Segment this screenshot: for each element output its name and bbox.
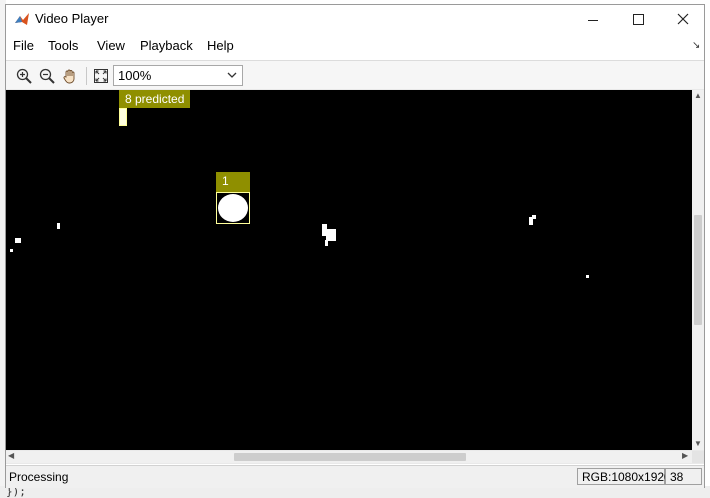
scroll-up-icon[interactable]: ▲ <box>694 91 702 100</box>
zoom-out-button[interactable] <box>37 66 57 86</box>
dock-arrow-icon[interactable]: ↘ <box>692 40 700 51</box>
fit-to-window-button[interactable] <box>91 66 111 86</box>
foreground-blob <box>586 275 589 278</box>
maximize-button[interactable] <box>615 5 661 33</box>
vertical-scroll-thumb[interactable] <box>694 215 702 325</box>
zoom-in-button[interactable] <box>14 66 34 86</box>
video-player-window: Video Player File Tools View Playback He… <box>5 4 705 488</box>
foreground-blob <box>57 223 60 229</box>
minimize-icon <box>588 19 598 21</box>
zoom-value: 100% <box>118 68 152 83</box>
menu-file[interactable]: File <box>13 38 34 53</box>
toolbar-separator <box>86 67 87 85</box>
tracked-object-blob <box>218 194 248 222</box>
scrollbar-corner <box>692 451 704 463</box>
pan-hand-icon <box>63 69 75 84</box>
toolbar: 100% <box>6 60 704 92</box>
foreground-blob <box>15 238 21 243</box>
close-icon <box>677 13 689 25</box>
status-bar: Processing RGB:1080x1920 38 <box>6 465 704 488</box>
fit-to-window-icon <box>94 69 108 83</box>
predicted-track-box <box>119 108 127 126</box>
menu-tools[interactable]: Tools <box>48 38 78 53</box>
image-info: RGB:1080x1920 <box>577 468 671 485</box>
foreground-blob <box>10 249 13 252</box>
horizontal-scroll-thumb[interactable] <box>234 453 466 461</box>
close-button[interactable] <box>660 5 706 33</box>
horizontal-scrollbar[interactable]: ◀ ▶ <box>6 451 692 463</box>
foreground-blob <box>325 240 328 246</box>
window-title: Video Player <box>35 11 109 26</box>
predicted-track-label: 8 predicted <box>119 90 191 108</box>
foreground-blob <box>532 215 536 219</box>
zoom-out-icon <box>39 68 55 84</box>
menu-bar: File Tools View Playback Help ↘ <box>6 35 704 57</box>
minimize-button[interactable] <box>570 5 616 33</box>
vertical-scrollbar[interactable]: ▲ ▼ <box>692 90 704 450</box>
scroll-right-icon[interactable]: ▶ <box>682 451 688 460</box>
menu-playback[interactable]: Playback <box>140 38 193 53</box>
detected-track-box <box>216 192 250 224</box>
scroll-down-icon[interactable]: ▼ <box>694 439 702 448</box>
menu-view[interactable]: View <box>97 38 125 53</box>
chevron-down-icon <box>227 72 237 78</box>
menu-help[interactable]: Help <box>207 38 234 53</box>
video-frame[interactable]: 8 predicted 1 <box>6 90 692 450</box>
pan-button[interactable] <box>60 66 80 86</box>
maximize-icon <box>632 13 644 25</box>
matlab-icon <box>14 11 30 27</box>
title-bar[interactable]: Video Player <box>6 5 704 33</box>
frame-number: 38 <box>665 468 702 485</box>
scroll-left-icon[interactable]: ◀ <box>8 451 14 460</box>
zoom-level-select[interactable]: 100% <box>113 65 243 86</box>
status-text: Processing <box>9 470 69 484</box>
zoom-in-icon <box>16 68 32 84</box>
track-id-label: 1 <box>216 172 250 192</box>
video-display-area: 8 predicted 1 ▲ ▼ ◀ ▶ <box>6 89 704 464</box>
